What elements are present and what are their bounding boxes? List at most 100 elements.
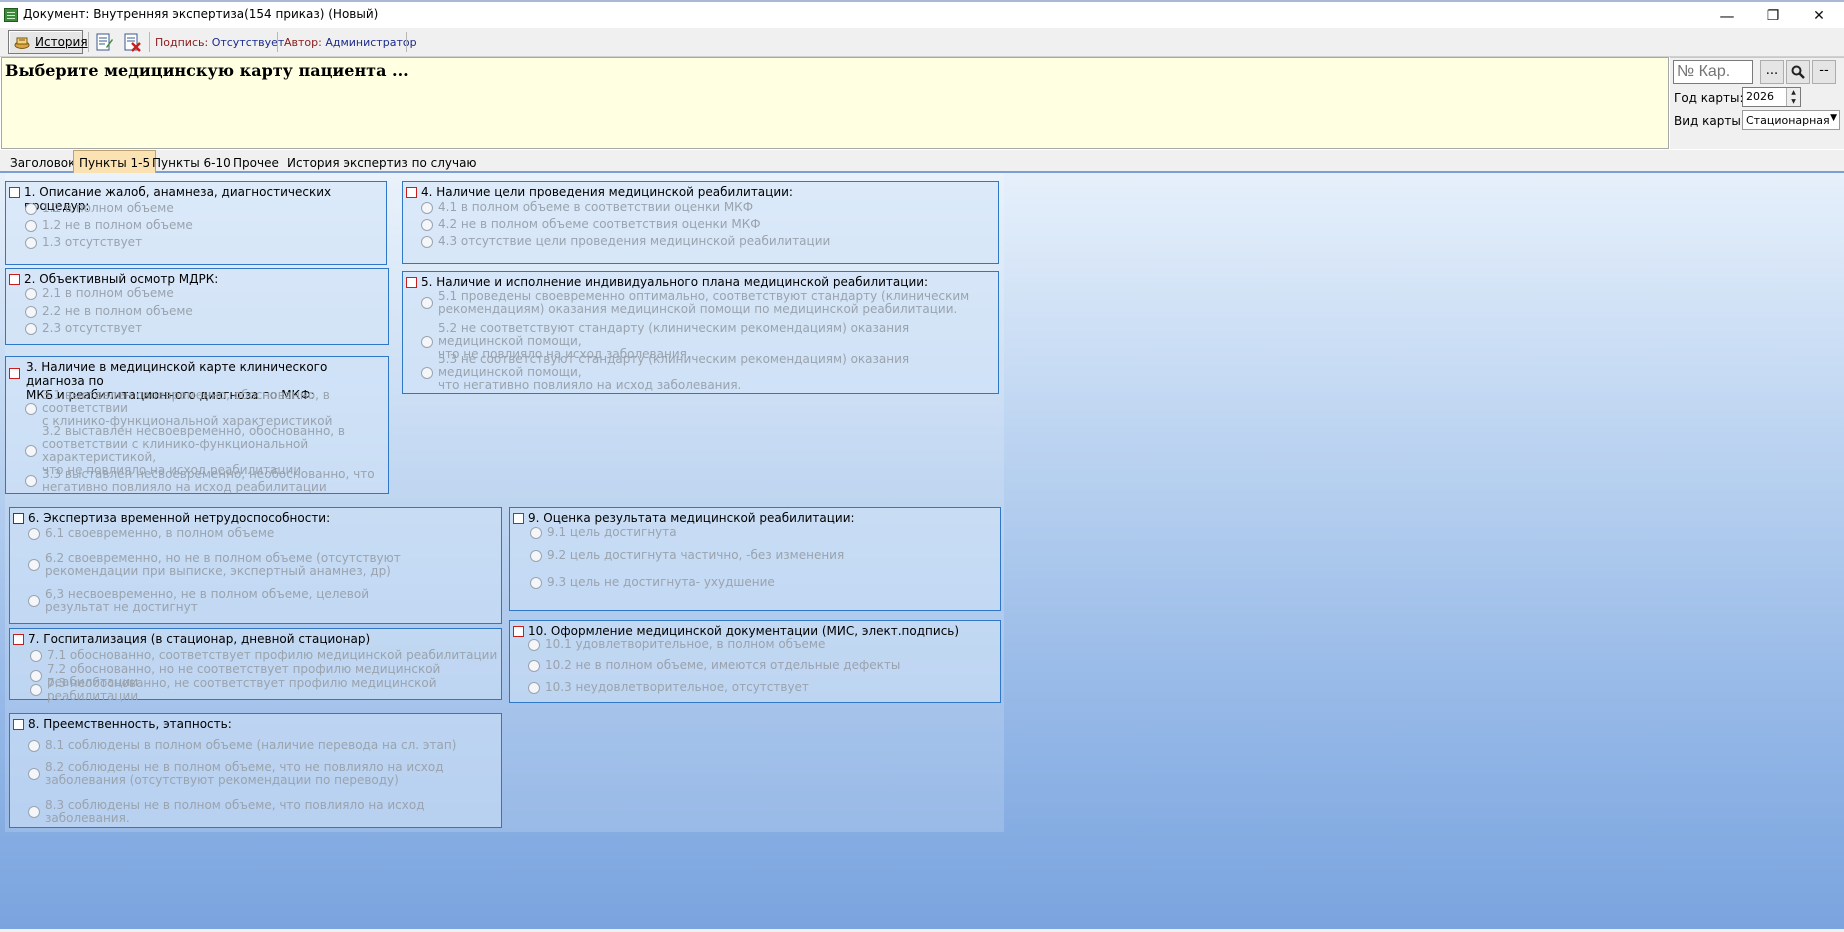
chevron-down-icon: ▼: [1830, 113, 1837, 123]
close-button[interactable]: ✕: [1796, 3, 1842, 29]
window-title: Документ: Внутренняя экспертиза(154 прик…: [23, 7, 379, 21]
option-2-1[interactable]: 2.1 в полном объеме: [25, 287, 174, 300]
section-5-checkbox[interactable]: [406, 277, 417, 288]
option-10-2[interactable]: 10.2 не в полном объеме, имеются отдельн…: [528, 659, 900, 672]
radio-button[interactable]: [28, 527, 40, 540]
radio-button[interactable]: [25, 402, 37, 415]
option-7-3[interactable]: 7.3 необоснованно, не соответствует проф…: [30, 677, 501, 703]
section-4-checkbox[interactable]: [406, 187, 417, 198]
radio-button[interactable]: [421, 218, 433, 231]
radio-button[interactable]: [30, 649, 42, 662]
option-7-1[interactable]: 7.1 обоснованно, соответствует профилю м…: [30, 649, 497, 662]
tab-header[interactable]: Заголовок: [4, 152, 81, 173]
option-4-2[interactable]: 4.2 не в полном объеме соответствия оцен…: [421, 218, 761, 231]
history-button[interactable]: История: [8, 30, 88, 54]
stepper-down-icon[interactable]: ▼: [1787, 97, 1800, 106]
option-1-1[interactable]: 1.1 в полном объеме: [25, 202, 174, 215]
tab-items-1-5[interactable]: Пункты 1-5: [73, 150, 157, 173]
option-label: 2.1 в полном объеме: [42, 286, 174, 300]
radio-button[interactable]: [25, 287, 37, 300]
tab-other[interactable]: Прочее: [227, 152, 285, 173]
option-10-1[interactable]: 10.1 удовлетворительное, в полном объеме: [528, 638, 825, 651]
option-label: 8.1 соблюдены в полном объеме (наличие п…: [45, 738, 457, 752]
radio-button[interactable]: [530, 526, 542, 539]
section-8-checkbox[interactable]: [13, 719, 24, 730]
toolbar-divider: [277, 32, 278, 52]
tab-expertise-history[interactable]: История экспертиз по случаю: [281, 152, 483, 173]
title-bar: Документ: Внутренняя экспертиза(154 прик…: [0, 0, 1844, 28]
option-1-2[interactable]: 1.2 не в полном объеме: [25, 219, 193, 232]
tab-items-6-10[interactable]: Пункты 6-10: [146, 152, 237, 173]
option-8-2[interactable]: 8.2 соблюдены не в полном объеме, что не…: [28, 761, 444, 787]
tab-bar: Заголовок Пункты 1-5 Пункты 6-10 Прочее …: [0, 150, 1844, 173]
radio-button[interactable]: [530, 549, 542, 562]
radio-button[interactable]: [528, 659, 540, 672]
section-4-title: 4. Наличие цели проведения медицинской р…: [421, 185, 793, 199]
section-3-group: 3. Наличие в медицинской карте клиническ…: [5, 356, 389, 494]
radio-button[interactable]: [25, 322, 37, 335]
radio-button[interactable]: [25, 219, 37, 232]
option-4-1[interactable]: 4.1 в полном объеме в соответствии оценк…: [421, 201, 753, 214]
option-2-3[interactable]: 2.3 отсутствует: [25, 322, 142, 335]
radio-button[interactable]: [25, 445, 37, 457]
radio-button[interactable]: [528, 681, 540, 694]
radio-button[interactable]: [530, 576, 542, 589]
option-6-2[interactable]: 6.2 своевременно, но не в полном объеме …: [28, 552, 401, 578]
radio-button[interactable]: [28, 595, 40, 607]
section-6-checkbox[interactable]: [13, 513, 24, 524]
option-2-2[interactable]: 2.2 не в полном объеме: [25, 305, 193, 318]
option-label: 7.1 обоснованно, соответствует профилю м…: [47, 648, 498, 662]
section-10-title: 10. Оформление медицинской документации …: [528, 624, 960, 638]
card-number-input[interactable]: [1673, 60, 1753, 84]
option-9-2[interactable]: 9.2 цель достигнута частично, -без измен…: [530, 549, 844, 562]
option-5-1[interactable]: 5.1 проведены своевременно оптимально, с…: [421, 290, 969, 316]
radio-button[interactable]: [25, 305, 37, 318]
radio-button[interactable]: [28, 806, 40, 818]
browse-card-button[interactable]: ...: [1760, 60, 1784, 84]
section-1-checkbox[interactable]: [9, 187, 20, 198]
section-8-title: 8. Преемственность, этапность:: [28, 717, 232, 731]
delete-document-icon[interactable]: [122, 32, 142, 52]
radio-button[interactable]: [25, 236, 37, 249]
radio-button[interactable]: [28, 739, 40, 752]
radio-button[interactable]: [421, 235, 433, 248]
option-10-3[interactable]: 10.3 неудовлетворительное, отсутствует: [528, 681, 809, 694]
clear-card-button[interactable]: --: [1812, 60, 1836, 84]
option-6-3[interactable]: 6,3 несвоевременно, не в полном объеме, …: [28, 588, 369, 614]
radio-button[interactable]: [30, 684, 42, 696]
edit-document-icon[interactable]: [94, 32, 114, 52]
stepper-arrows[interactable]: ▲ ▼: [1786, 88, 1800, 106]
radio-button[interactable]: [421, 366, 433, 379]
option-8-3[interactable]: 8.3 соблюдены не в полном объеме, что по…: [28, 799, 501, 825]
section-3-checkbox[interactable]: [9, 368, 20, 379]
radio-button[interactable]: [28, 768, 40, 780]
section-10-checkbox[interactable]: [513, 626, 524, 637]
search-card-button[interactable]: [1786, 60, 1810, 84]
option-5-3[interactable]: 5.3 не соответствуют стандарту (клиничес…: [421, 353, 998, 392]
option-label: 1.2 не в полном объеме: [42, 218, 193, 232]
radio-button[interactable]: [25, 475, 37, 487]
option-9-3[interactable]: 9.3 цель не достигнута- ухудшение: [530, 576, 775, 589]
option-1-3[interactable]: 1.3 отсутствует: [25, 236, 142, 249]
card-year-stepper[interactable]: 2026 ▲ ▼: [1742, 87, 1801, 107]
radio-button[interactable]: [421, 335, 433, 348]
section-9-checkbox[interactable]: [513, 513, 524, 524]
restore-button[interactable]: ❐: [1750, 3, 1796, 29]
option-6-1[interactable]: 6.1 своевременно, в полном объеме: [28, 527, 274, 540]
card-type-select[interactable]: Стационарная ▼: [1742, 110, 1840, 130]
section-7-checkbox[interactable]: [13, 634, 24, 645]
option-8-1[interactable]: 8.1 соблюдены в полном объеме (наличие п…: [28, 739, 456, 752]
radio-button[interactable]: [25, 202, 37, 215]
option-3-1[interactable]: 3.1 выставлен своевременно, обоснованно,…: [25, 389, 388, 428]
stepper-up-icon[interactable]: ▲: [1787, 88, 1800, 97]
minimize-button[interactable]: —: [1704, 3, 1750, 29]
search-icon: [1791, 65, 1805, 79]
radio-button[interactable]: [421, 297, 433, 309]
option-9-1[interactable]: 9.1 цель достигнута: [530, 526, 677, 539]
option-4-3[interactable]: 4.3 отсутствие цели проведения медицинск…: [421, 235, 830, 248]
section-2-checkbox[interactable]: [9, 274, 20, 285]
radio-button[interactable]: [421, 201, 433, 214]
radio-button[interactable]: [28, 559, 40, 571]
option-3-3[interactable]: 3.3 выставлен несвоевременно, необоснова…: [25, 468, 375, 494]
radio-button[interactable]: [528, 638, 540, 651]
